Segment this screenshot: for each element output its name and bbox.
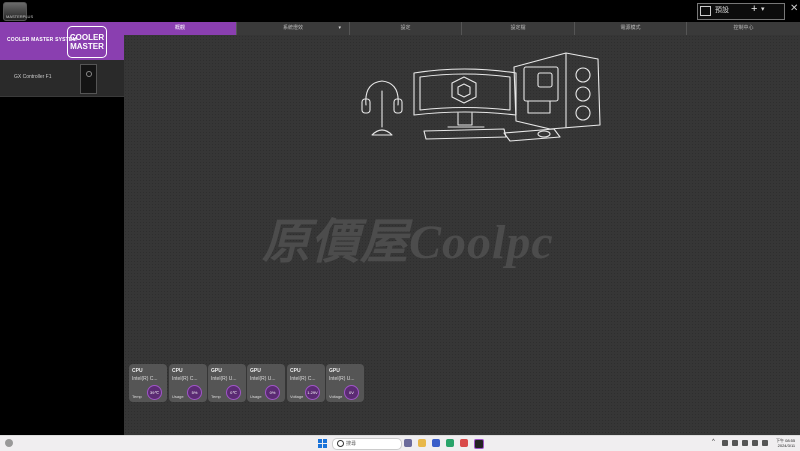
- card-gauge: 0℃: [226, 385, 241, 400]
- card-gauge: 0V: [344, 385, 359, 400]
- tray-app-icon[interactable]: [732, 440, 738, 446]
- weather-icon[interactable]: [5, 439, 13, 447]
- monitor-card[interactable]: GPU Intel(R) U... Temp 0℃: [208, 364, 246, 402]
- monitor-card[interactable]: CPU Intel(R) C... Usage 5%: [169, 364, 207, 402]
- card-title: CPU: [172, 368, 183, 374]
- card-metric: Voltage: [329, 394, 343, 399]
- profile-label: 預設: [715, 7, 729, 14]
- card-device: Intel(R) C...: [290, 376, 316, 382]
- brand-logo-line2: MASTER: [70, 42, 104, 51]
- monitor-card[interactable]: GPU Intel(R) U... Usage 0%: [247, 364, 285, 402]
- taskview-icon[interactable]: [404, 439, 412, 447]
- profile-icon: [700, 6, 711, 16]
- card-gauge: 0%: [265, 385, 280, 400]
- card-title: GPU: [329, 368, 340, 374]
- brand-logo-line1: COOLER: [69, 33, 105, 42]
- close-button[interactable]: ✕: [790, 3, 798, 14]
- title-bar: MASTERPLUS 預設 + ▾ ✕: [0, 0, 800, 22]
- battery-icon[interactable]: [762, 440, 768, 446]
- tab-power-mode[interactable]: 電源模式: [575, 22, 687, 35]
- edge-browser-icon[interactable]: [446, 439, 454, 447]
- tab-overview[interactable]: 概觀: [124, 22, 237, 35]
- clock-date: 2024/3/11: [777, 443, 796, 448]
- card-title: CPU: [132, 368, 143, 374]
- masterplus-app-icon[interactable]: [474, 439, 484, 449]
- card-metric: Temp: [211, 394, 221, 399]
- tab-profiles[interactable]: 設定檔: [462, 22, 575, 35]
- profile-selector[interactable]: 預設 + ▾: [697, 3, 785, 20]
- card-gauge: 1.29V: [305, 385, 320, 400]
- card-metric: Usage: [250, 394, 262, 399]
- file-explorer-icon[interactable]: [418, 439, 426, 447]
- speaker-icon[interactable]: [752, 440, 758, 446]
- monitor-card[interactable]: CPU Intel(R) C... Temp 39℃: [129, 364, 167, 402]
- card-gauge: 39℃: [147, 385, 162, 400]
- chat-icon[interactable]: [432, 439, 440, 447]
- clock[interactable]: 下午 08:55 2024/3/11: [776, 438, 795, 448]
- tray-overflow-icon[interactable]: ^: [712, 439, 715, 445]
- gaming-setup-illustration: [361, 52, 601, 142]
- search-icon: [337, 440, 344, 447]
- watermark-text: 原價屋Coolpc: [262, 216, 554, 269]
- taskbar: 搜尋 ^ 下午 08:55 2024/3/11: [0, 435, 800, 451]
- wifi-icon[interactable]: [742, 440, 748, 446]
- app-logo-text: MASTERPLUS: [6, 14, 34, 19]
- chevron-down-icon[interactable]: ▾: [338, 22, 341, 35]
- card-device: Intel(R) U...: [250, 376, 276, 382]
- device-name: GX Controller F1: [14, 74, 52, 80]
- card-title: GPU: [250, 368, 261, 374]
- monitor-card[interactable]: CPU Intel(R) C... Voltage 1.29V: [287, 364, 325, 402]
- taskbar-search[interactable]: 搜尋: [332, 438, 402, 450]
- tray-app-icon[interactable]: [722, 440, 728, 446]
- brand-header: COOLER MASTER SYSTEM COOLER MASTER: [0, 22, 124, 60]
- app-logo: MASTERPLUS: [3, 2, 33, 21]
- tab-control-center[interactable]: 控制中心: [687, 22, 800, 35]
- card-device: Intel(R) U...: [211, 376, 237, 382]
- card-device: Intel(R) C...: [172, 376, 198, 382]
- tab-settings[interactable]: 設定: [350, 22, 462, 35]
- add-profile-button[interactable]: +: [751, 3, 757, 15]
- card-metric: Temp: [132, 394, 142, 399]
- card-metric: Voltage: [290, 394, 304, 399]
- cooler-master-logo: COOLER MASTER: [67, 26, 107, 58]
- pc-case-icon: [80, 64, 97, 94]
- chevron-down-icon[interactable]: ▾: [761, 5, 765, 13]
- windows-start-icon[interactable]: [318, 439, 327, 448]
- search-placeholder: 搜尋: [346, 441, 357, 447]
- tab-bar: 概觀 系統燈效 ▾ 設定 設定檔 電源模式 控制中心: [124, 22, 800, 35]
- coolpc-watermark: 原價屋Coolpc: [262, 198, 622, 269]
- card-gauge: 5%: [187, 385, 202, 400]
- tab-system-lighting[interactable]: 系統燈效 ▾: [237, 22, 350, 35]
- card-title: GPU: [211, 368, 222, 374]
- store-icon[interactable]: [460, 439, 468, 447]
- card-title: CPU: [290, 368, 301, 374]
- card-device: Intel(R) U...: [329, 376, 355, 382]
- card-device: Intel(R) C...: [132, 376, 158, 382]
- card-metric: Usage: [172, 394, 184, 399]
- device-item[interactable]: GX Controller F1: [0, 60, 124, 97]
- monitor-card[interactable]: GPU Intel(R) U... Voltage 0V: [326, 364, 364, 402]
